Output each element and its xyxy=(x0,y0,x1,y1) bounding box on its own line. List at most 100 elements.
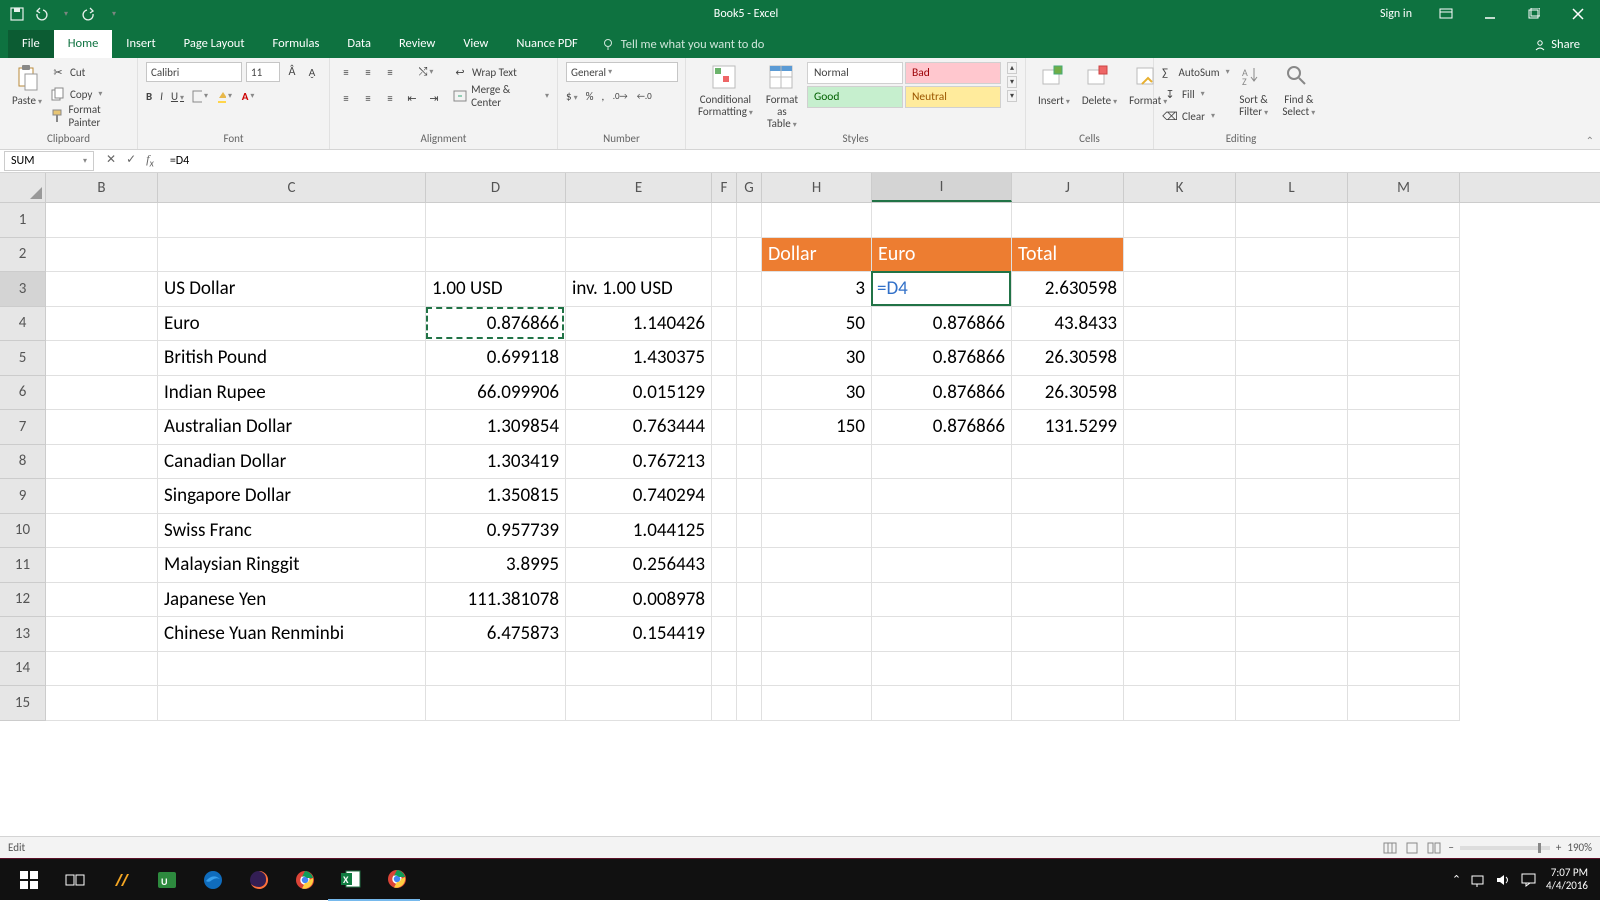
undo-icon[interactable] xyxy=(30,3,52,25)
cell-K3[interactable] xyxy=(1124,272,1236,307)
taskbar-app-umo[interactable]: U xyxy=(144,859,190,901)
cell-B11[interactable] xyxy=(46,548,158,583)
signin-button[interactable]: Sign in xyxy=(1368,0,1424,28)
qat-customize[interactable] xyxy=(102,3,124,25)
cell-B7[interactable] xyxy=(46,410,158,445)
tab-view[interactable]: View xyxy=(449,30,502,58)
cell-K8[interactable] xyxy=(1124,445,1236,480)
cell-G7[interactable] xyxy=(737,410,762,445)
accounting-format-button[interactable]: $ xyxy=(566,90,578,103)
column-header-B[interactable]: B xyxy=(46,173,158,202)
cell-G5[interactable] xyxy=(737,341,762,376)
styles-more[interactable]: ▾ xyxy=(1007,90,1017,102)
align-top-icon[interactable]: ≡ xyxy=(338,64,354,80)
cell-F4[interactable] xyxy=(712,307,737,342)
cell-H6[interactable]: 30 xyxy=(762,376,872,411)
cell-D8[interactable]: 1.303419 xyxy=(426,445,566,480)
cell-H5[interactable]: 30 xyxy=(762,341,872,376)
align-right-icon[interactable]: ≡ xyxy=(382,90,398,106)
column-header-F[interactable]: F xyxy=(712,173,737,202)
cell-L8[interactable] xyxy=(1236,445,1348,480)
cell-K12[interactable] xyxy=(1124,583,1236,618)
row-header[interactable]: 9 xyxy=(0,479,46,514)
sort-filter-button[interactable]: AZSort & Filter xyxy=(1234,62,1274,120)
cell-H9[interactable] xyxy=(762,479,872,514)
cell-F9[interactable] xyxy=(712,479,737,514)
column-header-D[interactable]: D xyxy=(426,173,566,202)
zoom-out-button[interactable]: − xyxy=(1448,841,1453,854)
cell-J12[interactable] xyxy=(1012,583,1124,618)
tab-data[interactable]: Data xyxy=(333,30,385,58)
column-header-E[interactable]: E xyxy=(566,173,712,202)
tab-file[interactable]: File xyxy=(8,30,54,58)
taskbar-app-winamp[interactable] xyxy=(98,859,144,901)
cell-L9[interactable] xyxy=(1236,479,1348,514)
cell-H13[interactable] xyxy=(762,617,872,652)
cell-F14[interactable] xyxy=(712,652,737,687)
row-header[interactable]: 11 xyxy=(0,548,46,583)
save-icon[interactable] xyxy=(6,3,28,25)
cancel-edit-icon[interactable]: ✕ xyxy=(106,152,116,169)
column-header-H[interactable]: H xyxy=(762,173,872,202)
cell-K1[interactable] xyxy=(1124,203,1236,238)
cell-C5[interactable]: British Pound xyxy=(158,341,426,376)
font-color-button[interactable]: A xyxy=(240,88,256,104)
tray-action-center-icon[interactable] xyxy=(1521,873,1536,887)
cell-D2[interactable] xyxy=(426,238,566,273)
cell-G13[interactable] xyxy=(737,617,762,652)
tab-page-layout[interactable]: Page Layout xyxy=(170,30,259,58)
font-name-combo[interactable]: Calibri xyxy=(146,62,242,82)
cell-J13[interactable] xyxy=(1012,617,1124,652)
cell-C14[interactable] xyxy=(158,652,426,687)
active-cell-editor[interactable]: =D4 xyxy=(871,271,1011,306)
cell-M9[interactable] xyxy=(1348,479,1460,514)
decrease-decimal-icon[interactable]: ←.0 xyxy=(636,88,652,104)
taskbar-app-firefox[interactable] xyxy=(236,859,282,901)
cell-D14[interactable] xyxy=(426,652,566,687)
increase-indent-icon[interactable]: ⇥ xyxy=(426,90,442,106)
cell-F12[interactable] xyxy=(712,583,737,618)
column-header-K[interactable]: K xyxy=(1124,173,1236,202)
cell-J10[interactable] xyxy=(1012,514,1124,549)
cell-G4[interactable] xyxy=(737,307,762,342)
cell-M15[interactable] xyxy=(1348,686,1460,721)
cell-K10[interactable] xyxy=(1124,514,1236,549)
cell-K4[interactable] xyxy=(1124,307,1236,342)
cell-J14[interactable] xyxy=(1012,652,1124,687)
cell-K5[interactable] xyxy=(1124,341,1236,376)
name-box[interactable]: SUM▾ xyxy=(4,151,94,171)
cell-G11[interactable] xyxy=(737,548,762,583)
close-icon[interactable] xyxy=(1556,0,1600,28)
cell-K14[interactable] xyxy=(1124,652,1236,687)
cell-D12[interactable]: 111.381078 xyxy=(426,583,566,618)
zoom-in-button[interactable]: + xyxy=(1556,841,1561,854)
task-view-icon[interactable] xyxy=(52,859,98,901)
cell-M11[interactable] xyxy=(1348,548,1460,583)
cell-M2[interactable] xyxy=(1348,238,1460,273)
cell-I14[interactable] xyxy=(872,652,1012,687)
cell-M5[interactable] xyxy=(1348,341,1460,376)
cell-H1[interactable] xyxy=(762,203,872,238)
cell-C6[interactable]: Indian Rupee xyxy=(158,376,426,411)
cell-K13[interactable] xyxy=(1124,617,1236,652)
cell-style-bad[interactable]: Bad xyxy=(905,62,1001,84)
cell-L6[interactable] xyxy=(1236,376,1348,411)
cell-F11[interactable] xyxy=(712,548,737,583)
cell-B13[interactable] xyxy=(46,617,158,652)
increase-decimal-icon[interactable]: .0→ xyxy=(612,88,628,104)
minimize-icon[interactable] xyxy=(1468,0,1512,28)
cell-C11[interactable]: Malaysian Ringgit xyxy=(158,548,426,583)
cell-L3[interactable] xyxy=(1236,272,1348,307)
cell-C10[interactable]: Swiss Franc xyxy=(158,514,426,549)
align-left-icon[interactable]: ≡ xyxy=(338,90,354,106)
cell-I13[interactable] xyxy=(872,617,1012,652)
cell-H8[interactable] xyxy=(762,445,872,480)
cell-L4[interactable] xyxy=(1236,307,1348,342)
cell-D3[interactable]: 1.00 USD xyxy=(426,272,566,307)
cell-K9[interactable] xyxy=(1124,479,1236,514)
cell-J15[interactable] xyxy=(1012,686,1124,721)
view-page-layout-icon[interactable] xyxy=(1404,840,1420,856)
row-header[interactable]: 6 xyxy=(0,376,46,411)
cell-H15[interactable] xyxy=(762,686,872,721)
spreadsheet-grid[interactable]: BCDEFGHIJKLM 12DollarEuroTotal3US Dollar… xyxy=(0,173,1600,858)
